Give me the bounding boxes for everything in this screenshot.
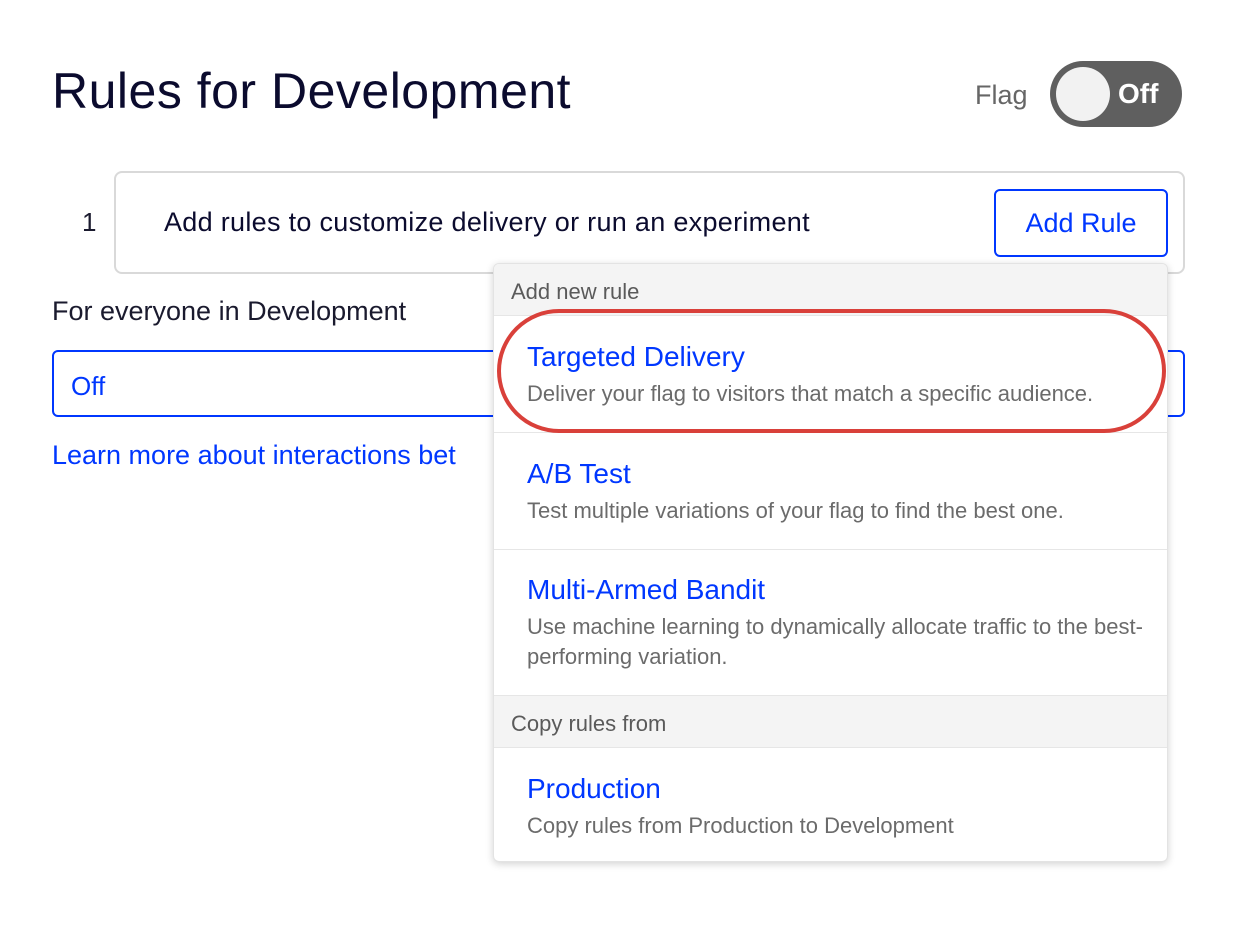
- menu-item-title: Multi-Armed Bandit: [527, 574, 766, 605]
- page: Rules for Development Flag Off 1 Add rul…: [0, 0, 1240, 928]
- dropdown-section-copy-from: Copy rules from: [494, 696, 1167, 748]
- menu-item-description: Test multiple variations of your flag to…: [527, 498, 1064, 523]
- menu-item-multi-armed-bandit[interactable]: Multi-Armed Bandit Use machine learning …: [494, 550, 1167, 696]
- menu-item-ab-test[interactable]: A/B Test Test multiple variations of you…: [494, 434, 1167, 550]
- menu-item-description: Copy rules from Production to Developmen…: [527, 813, 954, 838]
- flag-label: Flag: [975, 80, 1028, 110]
- everyone-label: For everyone in Development: [52, 296, 407, 326]
- menu-item-title: A/B Test: [527, 458, 631, 489]
- rule-prompt-text: Add rules to customize delivery or run a…: [164, 207, 810, 237]
- dropdown-section-add-new: Add new rule: [494, 264, 1167, 316]
- rule-number: 1: [82, 207, 97, 237]
- menu-item-title: Targeted Delivery: [527, 341, 745, 372]
- add-rule-button[interactable]: Add Rule: [994, 189, 1168, 257]
- learn-more-link[interactable]: Learn more about interactions bet: [52, 440, 456, 471]
- toggle-knob: [1056, 67, 1110, 121]
- menu-item-description: Use machine learning to dynamically allo…: [527, 614, 1143, 669]
- select-value: Off: [71, 371, 106, 401]
- menu-item-production[interactable]: Production Copy rules from Production to…: [494, 749, 1167, 861]
- menu-item-title: Production: [527, 773, 661, 804]
- rule-box: Add rules to customize delivery or run a…: [114, 171, 1185, 274]
- section-label: Add new rule: [511, 279, 640, 304]
- menu-item-description: Deliver your flag to visitors that match…: [527, 381, 1094, 406]
- section-label: Copy rules from: [511, 711, 667, 736]
- add-rule-dropdown: Add new rule Targeted Delivery Deliver y…: [493, 263, 1168, 862]
- flag-toggle[interactable]: Off: [1050, 61, 1182, 127]
- toggle-state-text: Off: [1118, 78, 1159, 109]
- menu-item-targeted-delivery[interactable]: Targeted Delivery Deliver your flag to v…: [494, 317, 1167, 433]
- page-title: Rules for Development: [52, 63, 572, 119]
